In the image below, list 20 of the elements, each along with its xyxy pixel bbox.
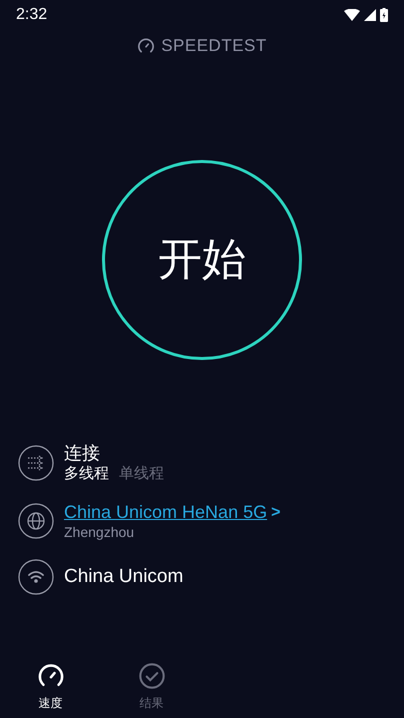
battery-icon bbox=[380, 8, 388, 22]
signal-icon bbox=[364, 9, 376, 21]
connection-option[interactable]: 单线程 bbox=[119, 464, 164, 484]
app-title: SPEEDTEST bbox=[161, 35, 267, 58]
server-link[interactable]: China Unicom HeNan 5G bbox=[64, 501, 268, 524]
globe-icon bbox=[18, 503, 54, 540]
wifi-icon bbox=[344, 9, 360, 21]
start-button[interactable]: 开始 bbox=[102, 160, 302, 360]
nav-tab[interactable]: 结果 bbox=[101, 662, 202, 712]
connections-icon bbox=[18, 444, 54, 481]
connections-label: 连接 bbox=[64, 442, 101, 464]
provider-name: China Unicom bbox=[64, 565, 184, 589]
chevron-icon: > bbox=[271, 502, 280, 522]
wifi-icon bbox=[18, 559, 54, 596]
server-location: Zhengzhou bbox=[64, 524, 136, 542]
status-time: 2:32 bbox=[16, 5, 48, 25]
connection-option[interactable]: 多线程 bbox=[64, 464, 109, 484]
gauge-icon bbox=[137, 37, 156, 55]
nav-tab[interactable]: 速度 bbox=[0, 662, 101, 712]
check-circle-icon bbox=[138, 662, 166, 690]
